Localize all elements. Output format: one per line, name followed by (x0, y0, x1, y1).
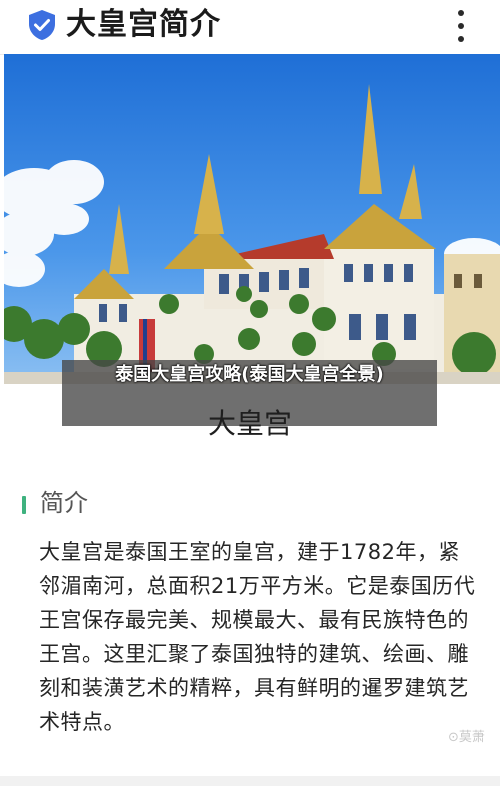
page-title: 大皇宫简介 (66, 7, 221, 42)
hero-overlay-title: 泰国大皇宫攻略(泰国大皇宫全景) (115, 364, 384, 385)
section-title: 简介 (40, 489, 88, 517)
section-accent-bar (22, 496, 26, 514)
more-menu-button[interactable] (448, 6, 474, 46)
more-vertical-icon (458, 36, 464, 42)
watermark: ⊙莫萧 (448, 730, 485, 745)
shield-check-icon (29, 10, 55, 40)
top-app-bar: 大皇宫简介 (0, 0, 500, 55)
intro-section: 简介 大皇宫是泰国王室的皇宫，建于1782年，紧邻湄南河，总面积21万平方米。它… (0, 480, 500, 786)
more-vertical-icon (458, 23, 464, 29)
hero-image (4, 54, 500, 384)
intro-paragraph: 大皇宫是泰国王室的皇宫，建于1782年，紧邻湄南河，总面积21万平方米。它是泰国… (39, 540, 476, 734)
image-caption: 大皇宫 (207, 407, 292, 440)
more-vertical-icon (458, 10, 464, 16)
bottom-divider (0, 776, 500, 786)
